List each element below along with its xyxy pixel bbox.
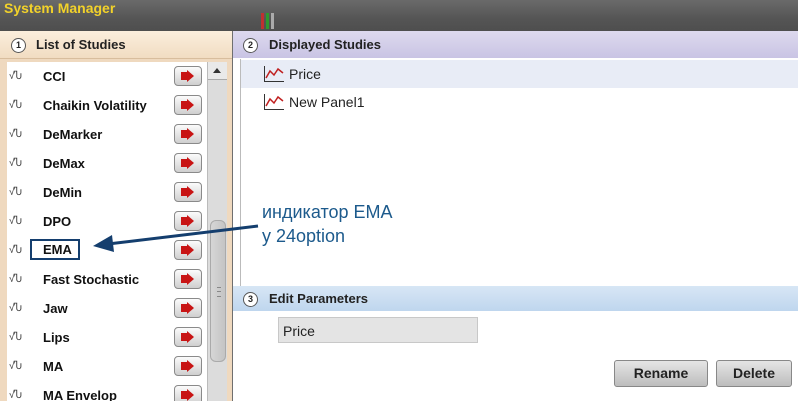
- add-study-arrow-icon[interactable]: [174, 327, 202, 347]
- section-number-3: 3: [243, 292, 258, 307]
- edit-parameters-header: 3 Edit Parameters: [233, 286, 798, 311]
- study-icon: √Ⴠ: [9, 71, 22, 82]
- list-item[interactable]: √Ⴠ Lips: [7, 323, 207, 352]
- study-name-field[interactable]: Price: [278, 317, 478, 343]
- status-marks-icon: [258, 13, 276, 29]
- list-of-studies-header: 1 List of Studies: [0, 31, 232, 59]
- list-item[interactable]: √Ⴠ EMA: [7, 236, 207, 265]
- study-icon: √Ⴠ: [9, 187, 22, 198]
- grip-icon: [217, 287, 221, 297]
- title-bar: System Manager: [0, 0, 798, 31]
- study-label: Lips: [43, 330, 70, 345]
- study-label: DeMax: [43, 156, 85, 171]
- list-of-studies-title: List of Studies: [36, 37, 126, 52]
- add-study-arrow-icon[interactable]: [174, 298, 202, 318]
- list-item[interactable]: √Ⴠ MA Envelop: [7, 381, 207, 401]
- studies-scrollbar[interactable]: [207, 62, 227, 401]
- study-icon: √Ⴠ: [9, 332, 22, 343]
- chart-icon: [264, 66, 284, 82]
- add-study-arrow-icon[interactable]: [174, 124, 202, 144]
- study-icon: √Ⴠ: [9, 100, 22, 111]
- delete-button[interactable]: Delete: [716, 360, 792, 387]
- list-item[interactable]: √Ⴠ Jaw: [7, 294, 207, 323]
- chart-icon: [264, 94, 284, 110]
- scroll-thumb[interactable]: [210, 220, 226, 362]
- add-study-arrow-icon[interactable]: [174, 356, 202, 376]
- list-item[interactable]: √Ⴠ DeMin: [7, 178, 207, 207]
- edit-parameters-title: Edit Parameters: [269, 291, 368, 306]
- list-item[interactable]: √Ⴠ Fast Stochastic: [7, 265, 207, 294]
- list-item[interactable]: New Panel1: [241, 88, 798, 116]
- study-icon: √Ⴠ: [9, 245, 22, 256]
- scroll-up-arrow-icon[interactable]: [208, 62, 227, 80]
- annotation-line-2: у 24option: [262, 226, 346, 246]
- rename-button[interactable]: Rename: [614, 360, 708, 387]
- list-item[interactable]: √Ⴠ DeMax: [7, 149, 207, 178]
- study-label: Jaw: [43, 301, 68, 316]
- study-label: MA: [43, 359, 64, 374]
- displayed-studies-title: Displayed Studies: [269, 37, 381, 52]
- list-item[interactable]: √Ⴠ CCI: [7, 62, 207, 91]
- add-study-arrow-icon[interactable]: [174, 95, 202, 115]
- list-item[interactable]: √Ⴠ DPO: [7, 207, 207, 236]
- list-of-studies-panel: 1 List of Studies √Ⴠ CCI √Ⴠ Chaikin Vola…: [0, 31, 232, 401]
- study-icon: √Ⴠ: [9, 216, 22, 227]
- study-label: MA Envelop: [43, 388, 117, 401]
- study-label: DPO: [43, 214, 72, 229]
- study-label: DeMarker: [43, 127, 103, 142]
- displayed-studies-header: 2 Displayed Studies: [233, 31, 798, 58]
- study-icon: √Ⴠ: [9, 390, 22, 401]
- add-study-arrow-icon[interactable]: [174, 385, 202, 401]
- study-label: Fast Stochastic: [43, 272, 140, 287]
- displayed-study-label: Price: [289, 66, 321, 82]
- list-item[interactable]: Price: [241, 60, 798, 88]
- study-icon: √Ⴠ: [9, 361, 22, 372]
- add-study-arrow-icon[interactable]: [174, 240, 202, 260]
- list-item[interactable]: √Ⴠ Chaikin Volatility: [7, 91, 207, 120]
- window-title: System Manager: [4, 0, 116, 16]
- edit-parameters-body: Price Rename Delete: [233, 311, 798, 401]
- add-study-arrow-icon[interactable]: [174, 153, 202, 173]
- displayed-study-label: New Panel1: [289, 94, 365, 110]
- add-study-arrow-icon[interactable]: [174, 211, 202, 231]
- study-icon: √Ⴠ: [9, 158, 22, 169]
- study-label: CCI: [43, 69, 66, 84]
- section-number-1: 1: [11, 38, 26, 53]
- add-study-arrow-icon[interactable]: [174, 182, 202, 202]
- study-label: EMA: [30, 239, 80, 260]
- list-item[interactable]: √Ⴠ DeMarker: [7, 120, 207, 149]
- list-item[interactable]: √Ⴠ MA: [7, 352, 207, 381]
- add-study-arrow-icon[interactable]: [174, 269, 202, 289]
- study-icon: √Ⴠ: [9, 274, 22, 285]
- study-icon: √Ⴠ: [9, 303, 22, 314]
- studies-list[interactable]: √Ⴠ CCI √Ⴠ Chaikin Volatility √Ⴠ DeMarker…: [7, 62, 207, 401]
- study-icon: √Ⴠ: [9, 129, 22, 140]
- section-number-2: 2: [243, 38, 258, 53]
- study-label: DeMin: [43, 185, 82, 200]
- add-study-arrow-icon[interactable]: [174, 66, 202, 86]
- annotation-text: индикатор EMA у 24option: [262, 200, 393, 248]
- study-label: Chaikin Volatility: [43, 98, 147, 113]
- annotation-line-1: индикатор EMA: [262, 202, 393, 222]
